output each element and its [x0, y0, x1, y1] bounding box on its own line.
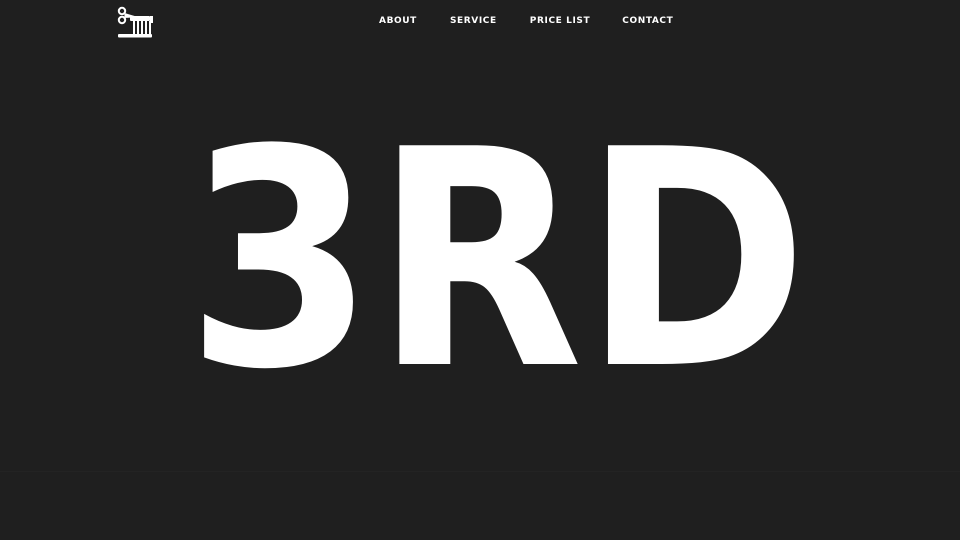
nav-service-link[interactable]: SERVICE [450, 15, 497, 27]
page: ABOUT SERVICE PRICE LIST CONTACT 3RD [0, 0, 960, 540]
logo-link[interactable] [116, 6, 154, 40]
hero-title: 3RD [0, 140, 960, 372]
nav-price-list-link[interactable]: PRICE LIST [530, 15, 590, 27]
main-nav: ABOUT SERVICE PRICE LIST CONTACT [379, 15, 673, 27]
nav-about-link[interactable]: ABOUT [379, 15, 417, 27]
nav-contact-link[interactable]: CONTACT [622, 15, 673, 27]
site-header: ABOUT SERVICE PRICE LIST CONTACT [0, 0, 960, 44]
scissors-comb-icon [117, 6, 153, 38]
hero-section: 3RD [0, 44, 960, 471]
hero-title-text: 3RD [186, 140, 808, 372]
next-section [0, 472, 960, 540]
